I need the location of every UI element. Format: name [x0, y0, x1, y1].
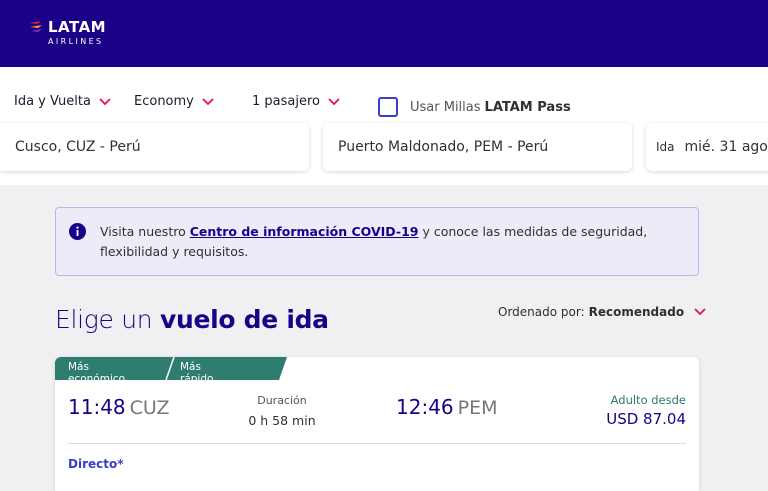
millas-checkbox[interactable]	[378, 97, 398, 117]
card-divider	[68, 443, 686, 444]
chevron-down-icon	[202, 97, 214, 105]
price-label: Adulto desde	[610, 393, 686, 407]
covid-info-link[interactable]: Centro de información COVID-19	[190, 224, 419, 239]
page-title: Elige un vuelo de ida	[55, 305, 329, 334]
date-value: mié. 31 ago.	[684, 139, 768, 155]
arrival-code: PEM	[457, 397, 498, 419]
chevron-down-icon	[99, 97, 111, 105]
top-bar: LATAM AIRLINES	[0, 0, 768, 67]
trip-type-select[interactable]: Ida y Vuelta	[14, 94, 111, 109]
chevron-down-icon	[694, 308, 706, 316]
covid-prefix: Visita nuestro	[100, 224, 190, 239]
title-prefix: Elige un	[55, 305, 160, 334]
date-field[interactable]: Ida mié. 31 ago.	[646, 123, 768, 171]
chevron-down-icon	[328, 97, 340, 105]
sort-dropdown[interactable]: Ordenado por: Recomendado	[498, 305, 706, 319]
covid-notice: Visita nuestro Centro de información COV…	[55, 207, 699, 276]
price-value: USD 87.04	[606, 410, 686, 428]
cabin-label: Economy	[134, 94, 194, 109]
latam-logo-icon	[29, 21, 42, 32]
sort-value: Recomendado	[588, 305, 685, 319]
covid-text: Visita nuestro Centro de información COV…	[100, 222, 690, 262]
cabin-select[interactable]: Economy	[134, 94, 214, 109]
millas-option[interactable]: Usar Millas LATAM Pass	[378, 97, 571, 117]
info-icon	[69, 223, 86, 240]
sort-label: Ordenado por:	[498, 305, 585, 319]
destination-value: Puerto Maldonado, PEM - Perú	[338, 139, 549, 155]
badge-fastest: Más rápido	[180, 361, 214, 385]
brand-sub: AIRLINES	[48, 37, 104, 46]
latam-logo[interactable]: LATAM AIRLINES	[28, 20, 106, 47]
trip-type-label: Ida y Vuelta	[14, 94, 91, 109]
millas-label: Usar Millas	[410, 99, 481, 115]
brand-name: LATAM	[48, 18, 107, 36]
passengers-select[interactable]: 1 pasajero	[252, 94, 340, 109]
arrival: 12:46 PEM	[396, 395, 498, 419]
flight-card[interactable]: Más económico Más rápido 11:48 CUZ Duraci…	[55, 357, 699, 491]
badge-cheapest: Más económico	[68, 361, 126, 385]
stops-link[interactable]: Directo*	[68, 457, 124, 471]
date-label: Ida	[656, 140, 675, 154]
millas-brand: LATAM Pass	[484, 99, 571, 115]
arrival-time: 12:46	[396, 395, 454, 419]
origin-field[interactable]: Cusco, CUZ - Perú	[0, 123, 309, 171]
title-bold: vuelo de ida	[159, 305, 329, 334]
destination-field[interactable]: Puerto Maldonado, PEM - Perú	[323, 123, 632, 171]
passengers-label: 1 pasajero	[252, 94, 320, 109]
origin-value: Cusco, CUZ - Perú	[15, 139, 141, 155]
